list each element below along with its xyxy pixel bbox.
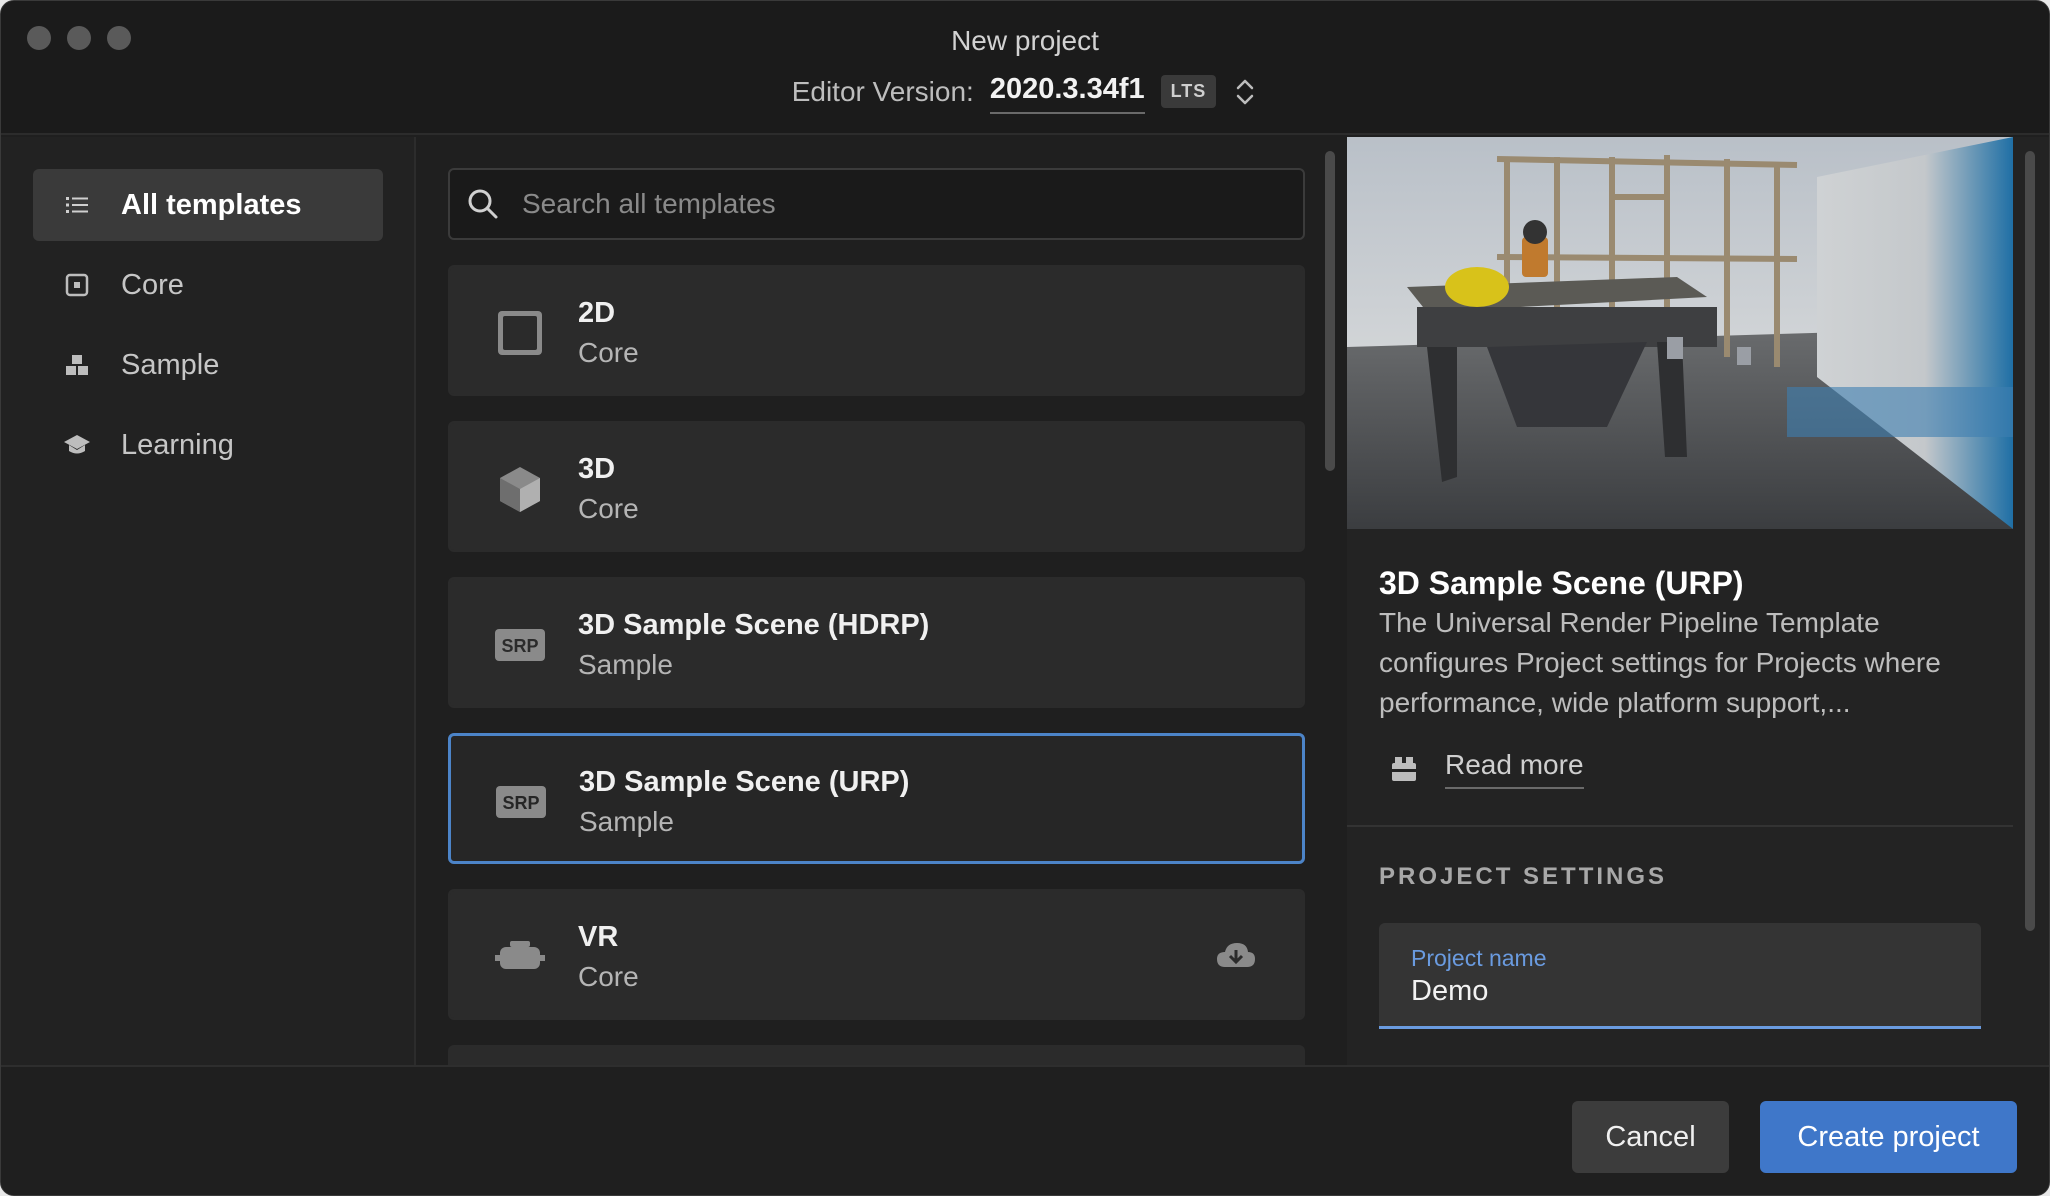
sidebar-item-label: Learning bbox=[121, 428, 234, 461]
template-title: 3D bbox=[578, 453, 616, 485]
template-preview-image bbox=[1347, 137, 2013, 529]
new-project-window: New project Editor Version: 2020.3.34f1 … bbox=[0, 0, 2050, 1196]
graduation-cap-icon bbox=[64, 435, 90, 454]
project-settings-heading: PROJECT SETTINGS bbox=[1379, 863, 1668, 890]
sample-blocks-icon bbox=[66, 355, 88, 375]
template-category: Sample bbox=[579, 806, 674, 837]
search-input[interactable] bbox=[522, 188, 1282, 220]
template-category: Core bbox=[578, 493, 639, 524]
list-icon bbox=[66, 197, 88, 213]
sidebar-item-label: Core bbox=[121, 268, 184, 301]
template-category: Sample bbox=[578, 649, 673, 680]
lts-badge: LTS bbox=[1160, 75, 1217, 108]
cloud-download-icon[interactable] bbox=[1215, 939, 1257, 973]
square-2d-icon bbox=[498, 311, 542, 355]
template-category: Core bbox=[578, 337, 639, 368]
search-icon bbox=[468, 189, 498, 219]
srp-icon: SRP bbox=[495, 629, 545, 661]
template-card-partial[interactable] bbox=[448, 1045, 1305, 1065]
detail-title: 3D Sample Scene (URP) bbox=[1379, 565, 1744, 601]
template-list-panel: 2D Core 3D Core SRP 3D Sample Scene (HDR… bbox=[418, 137, 1345, 1065]
cancel-button[interactable]: Cancel bbox=[1572, 1101, 1729, 1173]
template-list-scrollbar[interactable] bbox=[1325, 151, 1335, 471]
cube-3d-icon bbox=[500, 467, 540, 512]
up-down-chevron-icon[interactable] bbox=[1232, 74, 1258, 110]
sidebar-item-learning[interactable]: Learning bbox=[33, 409, 383, 481]
editor-version-label: Editor Version: bbox=[791, 75, 974, 107]
project-name-label: Project name bbox=[1411, 945, 1547, 971]
template-card-3d[interactable]: 3D Core bbox=[448, 421, 1305, 552]
editor-version-selector[interactable]: 2020.3.34f1 bbox=[989, 73, 1145, 114]
sidebar-item-sample[interactable]: Sample bbox=[33, 329, 383, 401]
read-more-link[interactable]: Read more bbox=[1389, 749, 1584, 789]
sidebar-item-label: All templates bbox=[121, 188, 302, 221]
template-card-3d-sample-urp[interactable]: SRP 3D Sample Scene (URP) Sample bbox=[448, 733, 1305, 864]
create-project-button[interactable]: Create project bbox=[1760, 1101, 2017, 1173]
template-card-2d[interactable]: 2D Core bbox=[448, 265, 1305, 396]
sidebar-item-label: Sample bbox=[121, 348, 220, 381]
template-card-vr[interactable]: VR Core bbox=[448, 889, 1305, 1020]
project-name-input[interactable] bbox=[1411, 975, 1951, 1008]
sidebar-item-core[interactable]: Core bbox=[33, 249, 383, 321]
sidebar-item-all-templates[interactable]: All templates bbox=[33, 169, 383, 241]
template-detail-panel: 3D Sample Scene (URP) The Universal Rend… bbox=[1347, 137, 2049, 1065]
svg-text:SRP: SRP bbox=[501, 636, 538, 656]
template-title: 3D Sample Scene (URP) bbox=[579, 766, 910, 798]
sidebar: All templates Core Sample Learning bbox=[1, 137, 416, 1065]
template-category: Core bbox=[578, 961, 639, 992]
project-name-field[interactable]: Project name bbox=[1379, 923, 1981, 1029]
detail-scrollbar[interactable] bbox=[2025, 151, 2035, 931]
detail-divider bbox=[1347, 825, 2013, 827]
core-square-icon bbox=[65, 273, 89, 297]
search-bar[interactable] bbox=[448, 168, 1305, 240]
footer-bar: Cancel Create project bbox=[1, 1065, 2049, 1195]
template-card-3d-sample-hdrp[interactable]: SRP 3D Sample Scene (HDRP) Sample bbox=[448, 577, 1305, 708]
editor-version-row: Editor Version: 2020.3.34f1 LTS bbox=[1, 69, 2049, 114]
vr-headset-icon bbox=[495, 941, 545, 969]
detail-description: The Universal Render Pipeline Template c… bbox=[1379, 607, 1941, 718]
template-title: 2D bbox=[578, 297, 616, 329]
title-bar: New project Editor Version: 2020.3.34f1 … bbox=[1, 1, 2049, 135]
srp-icon: SRP bbox=[496, 786, 546, 818]
read-more-text[interactable]: Read more bbox=[1445, 749, 1584, 789]
svg-text:SRP: SRP bbox=[502, 793, 539, 813]
package-icon bbox=[1392, 757, 1416, 781]
template-title: 3D Sample Scene (HDRP) bbox=[578, 609, 930, 641]
template-title: VR bbox=[578, 921, 619, 953]
window-title: New project bbox=[951, 25, 1099, 56]
